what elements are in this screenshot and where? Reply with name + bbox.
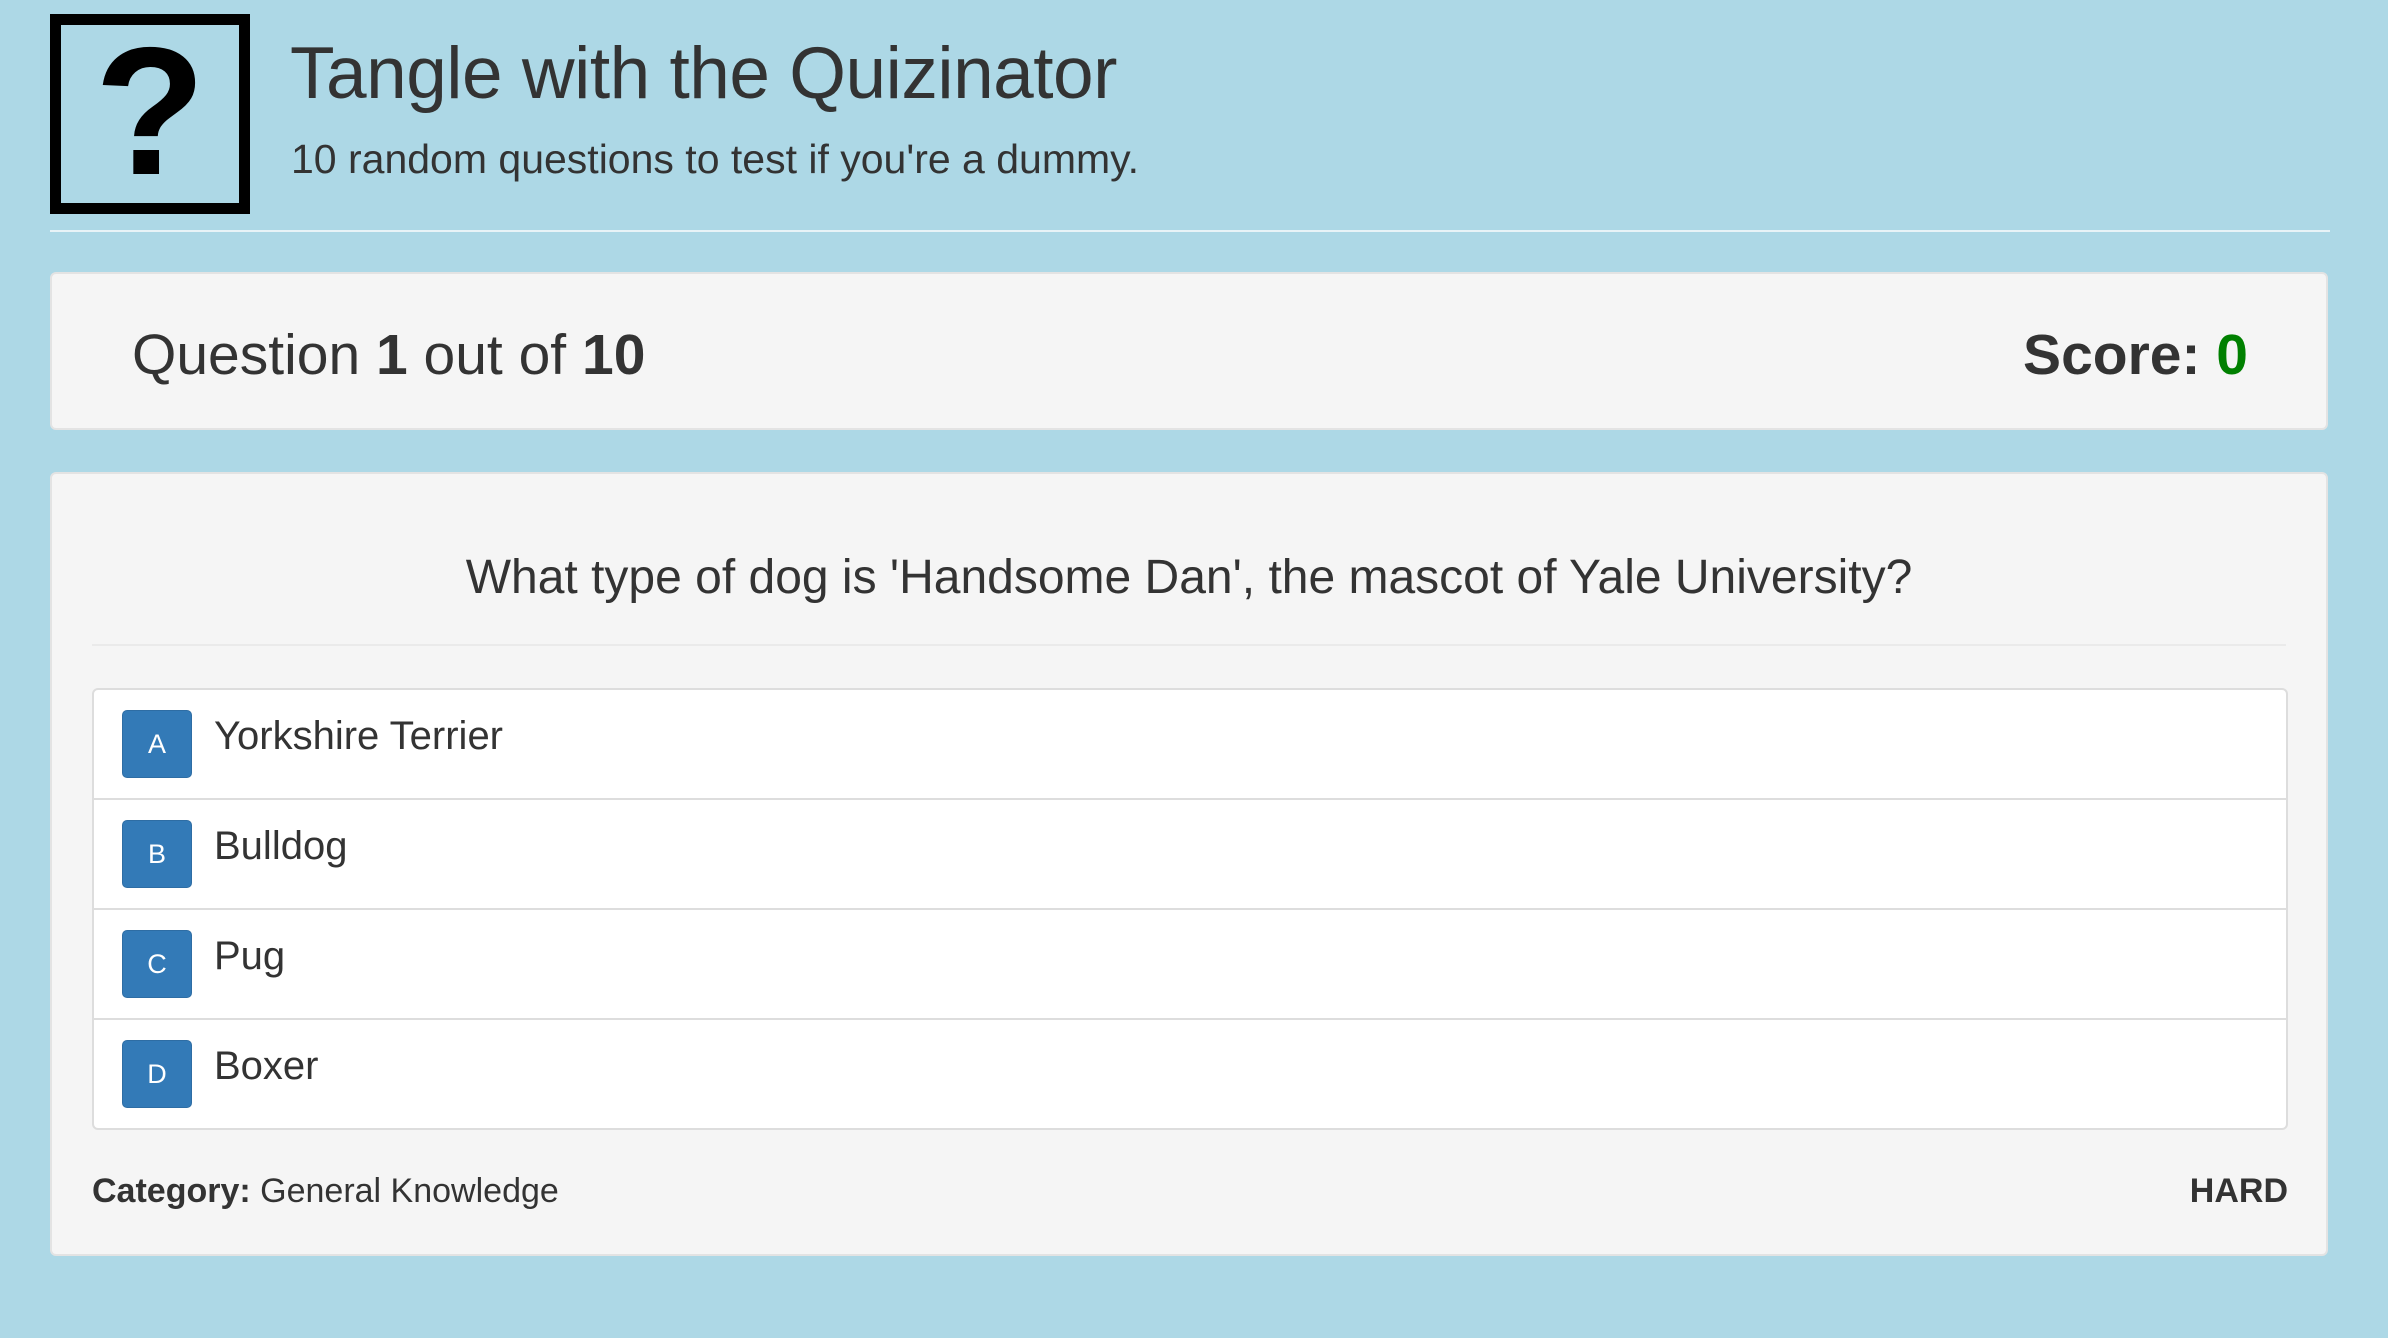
question-progress: Question 1 out of 10 xyxy=(132,322,645,388)
question-mark-icon: ? xyxy=(50,14,250,214)
answer-letter-badge[interactable]: B xyxy=(122,820,192,888)
score-label: Score: xyxy=(2023,323,2201,387)
answer-option-a[interactable]: A Yorkshire Terrier xyxy=(94,690,2286,798)
answer-letter-badge[interactable]: A xyxy=(122,710,192,778)
answer-option-c[interactable]: C Pug xyxy=(94,908,2286,1018)
category-value: General Knowledge xyxy=(260,1172,559,1210)
answer-option-d[interactable]: D Boxer xyxy=(94,1018,2286,1128)
quiz-status-panel: Question 1 out of 10 Score: 0 xyxy=(50,272,2328,430)
answer-label: Boxer xyxy=(214,1044,319,1088)
current-question-number: 1 xyxy=(375,323,408,387)
question-panel: What type of dog is 'Handsome Dan', the … xyxy=(50,472,2328,1256)
answer-label: Yorkshire Terrier xyxy=(214,714,504,758)
page-title: Tangle with the Quizinator xyxy=(290,33,1117,114)
score-value: 0 xyxy=(2216,323,2248,387)
page-subtitle: 10 random questions to test if you're a … xyxy=(291,136,1139,182)
question-divider xyxy=(92,644,2286,646)
answer-label: Bulldog xyxy=(214,824,348,868)
answer-option-b[interactable]: B Bulldog xyxy=(94,798,2286,908)
out-of-text: out of xyxy=(423,323,567,387)
total-questions: 10 xyxy=(582,323,646,387)
logo-glyph: ? xyxy=(94,9,206,213)
category-label: Category: xyxy=(92,1172,251,1210)
difficulty-badge: HARD xyxy=(2189,1172,2288,1210)
score-display: Score: 0 xyxy=(2023,322,2248,388)
page-header: ? Tangle with the Quizinator 10 random q… xyxy=(50,14,2330,232)
question-text: What type of dog is 'Handsome Dan', the … xyxy=(465,551,1913,604)
answer-list: A Yorkshire Terrier B Bulldog C Pug D Bo… xyxy=(92,688,2288,1130)
answer-letter-badge[interactable]: C xyxy=(122,930,192,998)
answer-letter-badge[interactable]: D xyxy=(122,1040,192,1108)
question-category: Category: General Knowledge xyxy=(92,1172,559,1211)
question-prefix: Question xyxy=(132,323,361,387)
answer-label: Pug xyxy=(214,934,286,978)
